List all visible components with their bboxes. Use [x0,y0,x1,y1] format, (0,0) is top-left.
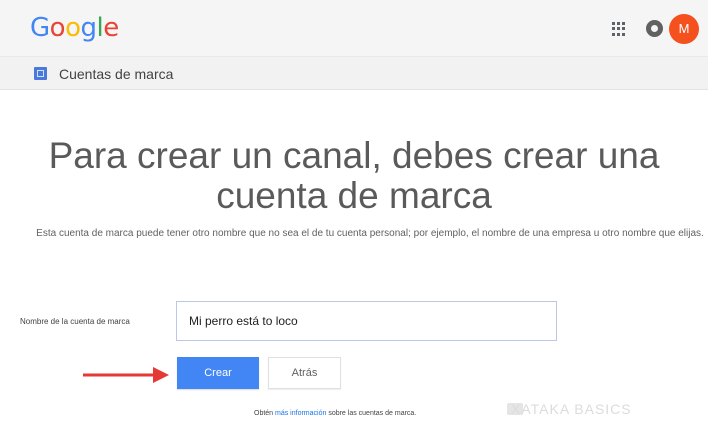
top-bar: Google M [0,0,708,56]
google-logo[interactable]: Google [30,12,119,44]
page-title: Para crear un canal, debes crear una cue… [0,136,708,216]
more-info-link[interactable]: más información [275,410,326,417]
avatar[interactable]: M [669,14,699,44]
description-text: Esta cuenta de marca puede tener otro no… [0,228,708,240]
title-line-2: cuenta de marca [216,175,492,216]
brand-account-icon [34,67,47,80]
logo-letter: o [49,13,66,43]
brand-name-label: Nombre de la cuenta de marca [20,317,130,326]
logo-letter: l [96,13,104,43]
notifications-icon[interactable] [646,20,663,37]
brand-accounts-bar: Cuentas de marca [0,56,708,90]
logo-letter: g [80,13,98,43]
description-body: Esta cuenta de marca puede tener otro no… [36,228,704,239]
watermark-text: XATAKA BASICS [511,401,632,417]
logo-letter: e [103,13,119,43]
create-button[interactable]: Crear [177,357,259,389]
footer-prefix: Obtén [254,410,276,417]
title-line-1: Para crear un canal, debes crear una [48,135,660,176]
logo-letter: G [30,13,50,43]
logo-letter: o [65,13,81,43]
back-button[interactable]: Atrás [268,357,341,389]
subbar-title: Cuentas de marca [59,66,174,82]
red-arrow-icon [83,367,169,383]
more-info-note: Obtén más información sobre las cuentas … [254,409,416,418]
footer-suffix: sobre las cuentas de marca. [326,410,417,417]
apps-grid-icon[interactable] [612,22,626,36]
brand-name-input[interactable] [176,301,557,341]
